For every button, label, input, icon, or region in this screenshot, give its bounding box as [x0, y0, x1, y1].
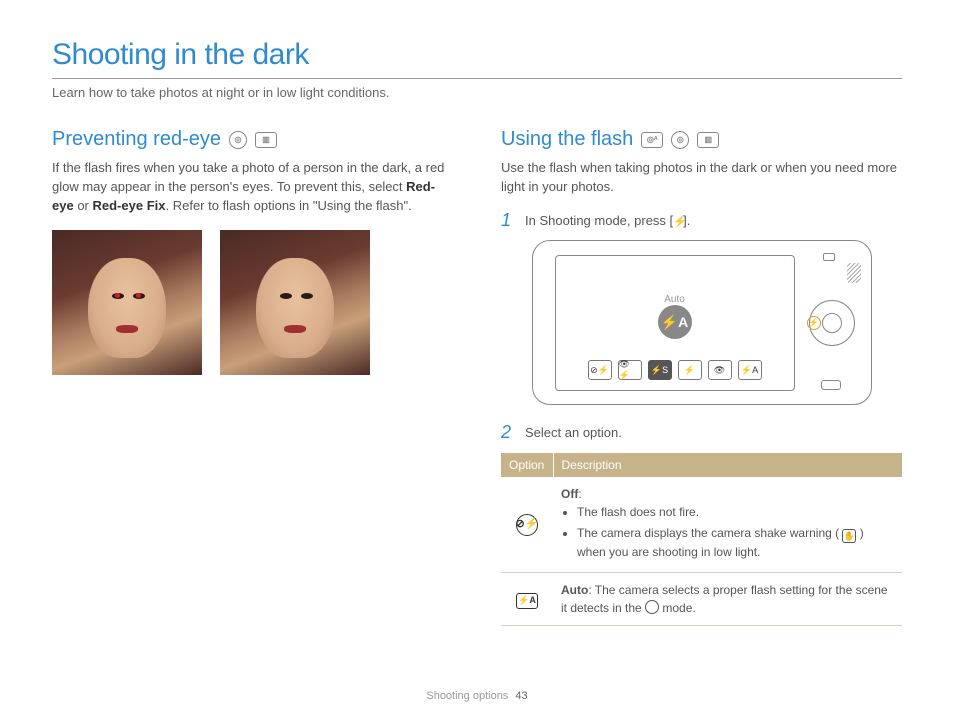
text-bold: Red-eye Fix [93, 198, 166, 213]
popup-label: Auto [658, 294, 692, 305]
step-1: 1 In Shooting mode, press [⚡]. [501, 211, 902, 231]
camera-mode-icon: ◎ [229, 131, 247, 149]
table-head-option: Option [501, 453, 553, 477]
flash-button-icon: ⚡ [673, 217, 683, 228]
table-row: ⚡A Auto: The camera selects a proper flas… [501, 573, 902, 626]
footer-page-number: 43 [515, 690, 527, 702]
section-heading-red-eye: Preventing red-eye ◎ ▥ [52, 128, 453, 151]
step-number: 1 [501, 211, 515, 229]
text-run: . Refer to flash options in "Using the f… [165, 198, 411, 213]
smart-auto-mode-icon: ◎ᴬ [641, 132, 663, 148]
section-heading-text: Using the flash [501, 128, 633, 151]
grip-texture [847, 263, 861, 283]
left-column: Preventing red-eye ◎ ▥ If the flash fire… [52, 128, 453, 626]
step-2: 2 Select an option. [501, 423, 902, 443]
camera-mode-icon: ◎ [671, 131, 689, 149]
section-heading-text: Preventing red-eye [52, 128, 221, 151]
page-subtitle: Learn how to take photos at night or in … [52, 85, 902, 100]
table-head-description: Description [553, 453, 902, 477]
step-number: 2 [501, 423, 515, 441]
option-bullets: The flash does not fire. The camera displ… [561, 503, 894, 562]
page-title: Shooting in the dark [52, 38, 902, 72]
camera-screen: Auto ⚡A ⊘⚡ 👁⚡ ⚡S ⚡ 👁 ⚡A [555, 255, 795, 391]
option-icon-cell: ⊘⚡ [501, 477, 553, 573]
red-eye-paragraph: If the flash fires when you take a photo… [52, 159, 453, 216]
camera-diagram: Auto ⚡A ⊘⚡ 👁⚡ ⚡S ⚡ 👁 ⚡A ⚡ [532, 240, 872, 405]
step-text: In Shooting mode, press [⚡]. [525, 211, 690, 231]
bottom-button [821, 380, 841, 390]
top-button [823, 253, 835, 261]
mode-dial-icon [645, 600, 659, 614]
section-heading-flash: Using the flash ◎ᴬ ◎ ▥ [501, 128, 902, 151]
flash-options-row: ⊘⚡ 👁⚡ ⚡S ⚡ 👁 ⚡A [588, 360, 762, 380]
option-icon-cell: ⚡A [501, 573, 553, 626]
title-rule [52, 78, 902, 79]
table-row: ⊘⚡ Off:The flash does not fire.The camera… [501, 477, 902, 573]
flash-option: ⚡ [678, 360, 702, 380]
step-text: Select an option. [525, 423, 622, 443]
footer-section: Shooting options [426, 690, 508, 702]
flash-option: 👁 [708, 360, 732, 380]
option-title: Auto [561, 583, 588, 597]
text-run: or [74, 198, 93, 213]
option-title: Off [561, 487, 578, 501]
camera-shake-icon: ✋ [842, 529, 856, 543]
option-description-cell: Off:The flash does not fire.The camera d… [553, 477, 902, 573]
flash-popup: Auto ⚡A [658, 294, 692, 339]
flash-option: ⚡A [738, 360, 762, 380]
flash-paragraph: Use the flash when taking photos in the … [501, 159, 902, 197]
flash-option: ⊘⚡ [588, 360, 612, 380]
option-description-cell: Auto: The camera selects a proper flash … [553, 573, 902, 626]
right-column: Using the flash ◎ᴬ ◎ ▥ Use the flash whe… [501, 128, 902, 626]
flash-options-table: Option Description ⊘⚡ Off:The flash does … [501, 453, 902, 627]
video-mode-icon: ▥ [697, 132, 719, 148]
example-photo-row [52, 230, 453, 375]
flash-auto-icon: ⚡A [516, 593, 538, 609]
control-dial: ⚡ [809, 300, 855, 346]
popup-glyph-circle: ⚡A [658, 305, 692, 339]
flash-off-icon: ⊘⚡ [516, 514, 538, 536]
flash-option-selected: ⚡S [648, 360, 672, 380]
photo-red-eye-example [52, 230, 202, 375]
list-item: The flash does not fire. [577, 503, 894, 521]
list-item: The camera displays the camera shake war… [577, 524, 894, 562]
text-run: In Shooting mode, press [ [525, 213, 673, 228]
text-run: ]. [683, 213, 690, 228]
text-run: If the flash fires when you take a photo… [52, 160, 444, 194]
page-footer: Shooting options 43 [0, 690, 954, 702]
flash-option: 👁⚡ [618, 360, 642, 380]
video-mode-icon: ▥ [255, 132, 277, 148]
photo-fixed-example [220, 230, 370, 375]
flash-highlight-icon: ⚡ [807, 316, 821, 330]
